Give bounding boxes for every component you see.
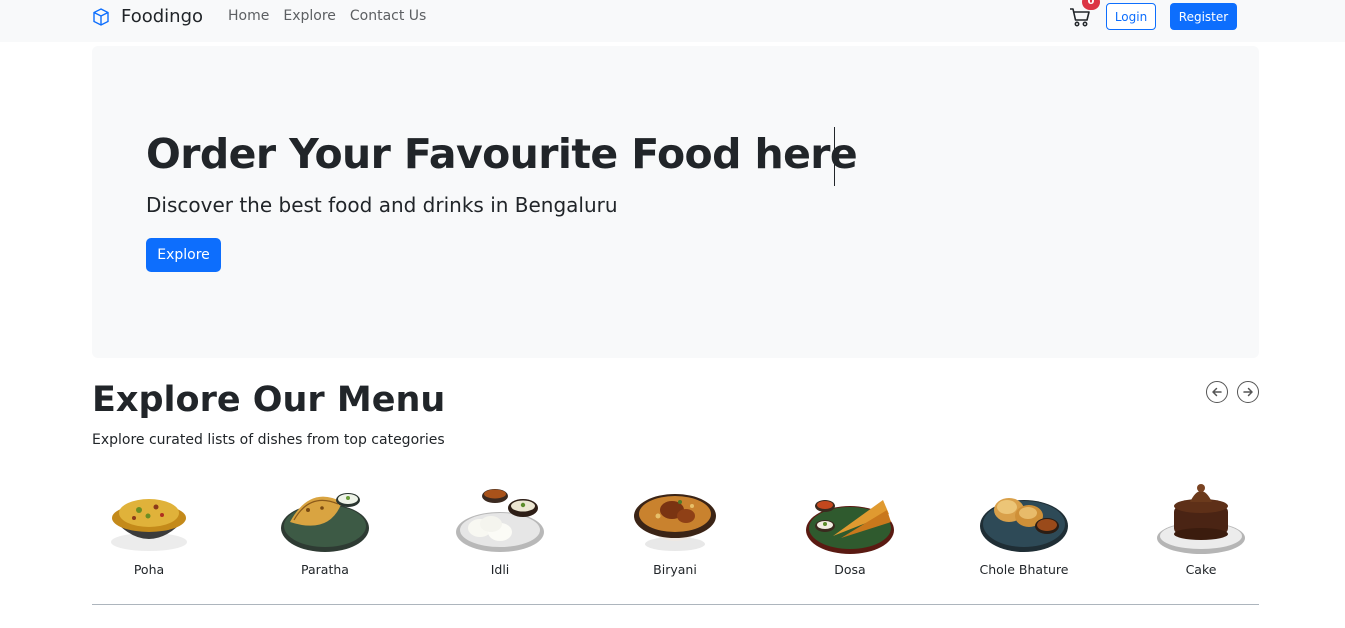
carousel-prev-button[interactable] bbox=[1206, 381, 1228, 403]
menu-item-label: Cake bbox=[1185, 562, 1217, 577]
menu-item-label: Dosa bbox=[834, 562, 866, 577]
menu-subtitle: Explore curated lists of dishes from top… bbox=[92, 432, 445, 448]
arrow-left-circle-icon bbox=[1212, 387, 1222, 397]
login-button[interactable]: Login bbox=[1106, 3, 1156, 30]
section-divider bbox=[92, 604, 1259, 605]
menu-item-label: Poha bbox=[133, 562, 165, 577]
arrow-right-circle-icon bbox=[1243, 387, 1253, 397]
menu-item-chole-bhature[interactable]: Chole Bhature bbox=[969, 475, 1079, 585]
carousel-next-button[interactable] bbox=[1237, 381, 1259, 403]
nav-link-contact[interactable]: Contact Us bbox=[350, 8, 426, 24]
box-icon bbox=[93, 7, 109, 26]
hero-title: Order Your Favourite Food here bbox=[146, 130, 858, 178]
poha-dish-image bbox=[111, 499, 187, 551]
hero-subtitle: Discover the best food and drinks in Ben… bbox=[146, 193, 618, 217]
menu-item-cake[interactable]: Cake bbox=[1146, 475, 1256, 585]
menu-item-poha[interactable]: Poha bbox=[94, 475, 204, 585]
chole-bhature-dish-image bbox=[980, 498, 1068, 552]
menu-item-biryani[interactable]: Biryani bbox=[620, 475, 730, 585]
menu-title: Explore Our Menu bbox=[92, 380, 446, 420]
paratha-dish-image bbox=[281, 493, 369, 552]
menu-item-label: Idli bbox=[490, 562, 510, 577]
menu-item-label: Chole Bhature bbox=[979, 562, 1069, 577]
nav-links: Home Explore Contact Us bbox=[228, 8, 426, 24]
brand[interactable]: Foodingo bbox=[91, 6, 203, 27]
biryani-dish-image bbox=[634, 494, 716, 551]
menu-item-label: Biryani bbox=[653, 562, 697, 577]
dosa-dish-image bbox=[806, 500, 894, 554]
nav-link-explore[interactable]: Explore bbox=[283, 8, 336, 24]
menu-item-dosa[interactable]: Dosa bbox=[795, 475, 905, 585]
brand-name: Foodingo bbox=[121, 6, 204, 27]
menu-item-label: Paratha bbox=[301, 562, 349, 577]
menu-item-paratha[interactable]: Paratha bbox=[270, 475, 380, 585]
menu-item-idli[interactable]: Idli bbox=[445, 475, 555, 585]
hero-banner: Order Your Favourite Food here Discover … bbox=[92, 46, 1259, 358]
nav-link-home[interactable]: Home bbox=[228, 8, 269, 24]
cart-count-badge: 0 bbox=[1082, 0, 1100, 10]
cake-dish-image bbox=[1157, 484, 1245, 554]
idli-dish-image bbox=[456, 489, 544, 552]
explore-button[interactable]: Explore bbox=[146, 238, 221, 272]
register-button[interactable]: Register bbox=[1170, 3, 1237, 30]
text-cursor bbox=[834, 127, 835, 186]
navbar: Foodingo Home Explore Contact Us 0 Login… bbox=[0, 0, 1345, 42]
